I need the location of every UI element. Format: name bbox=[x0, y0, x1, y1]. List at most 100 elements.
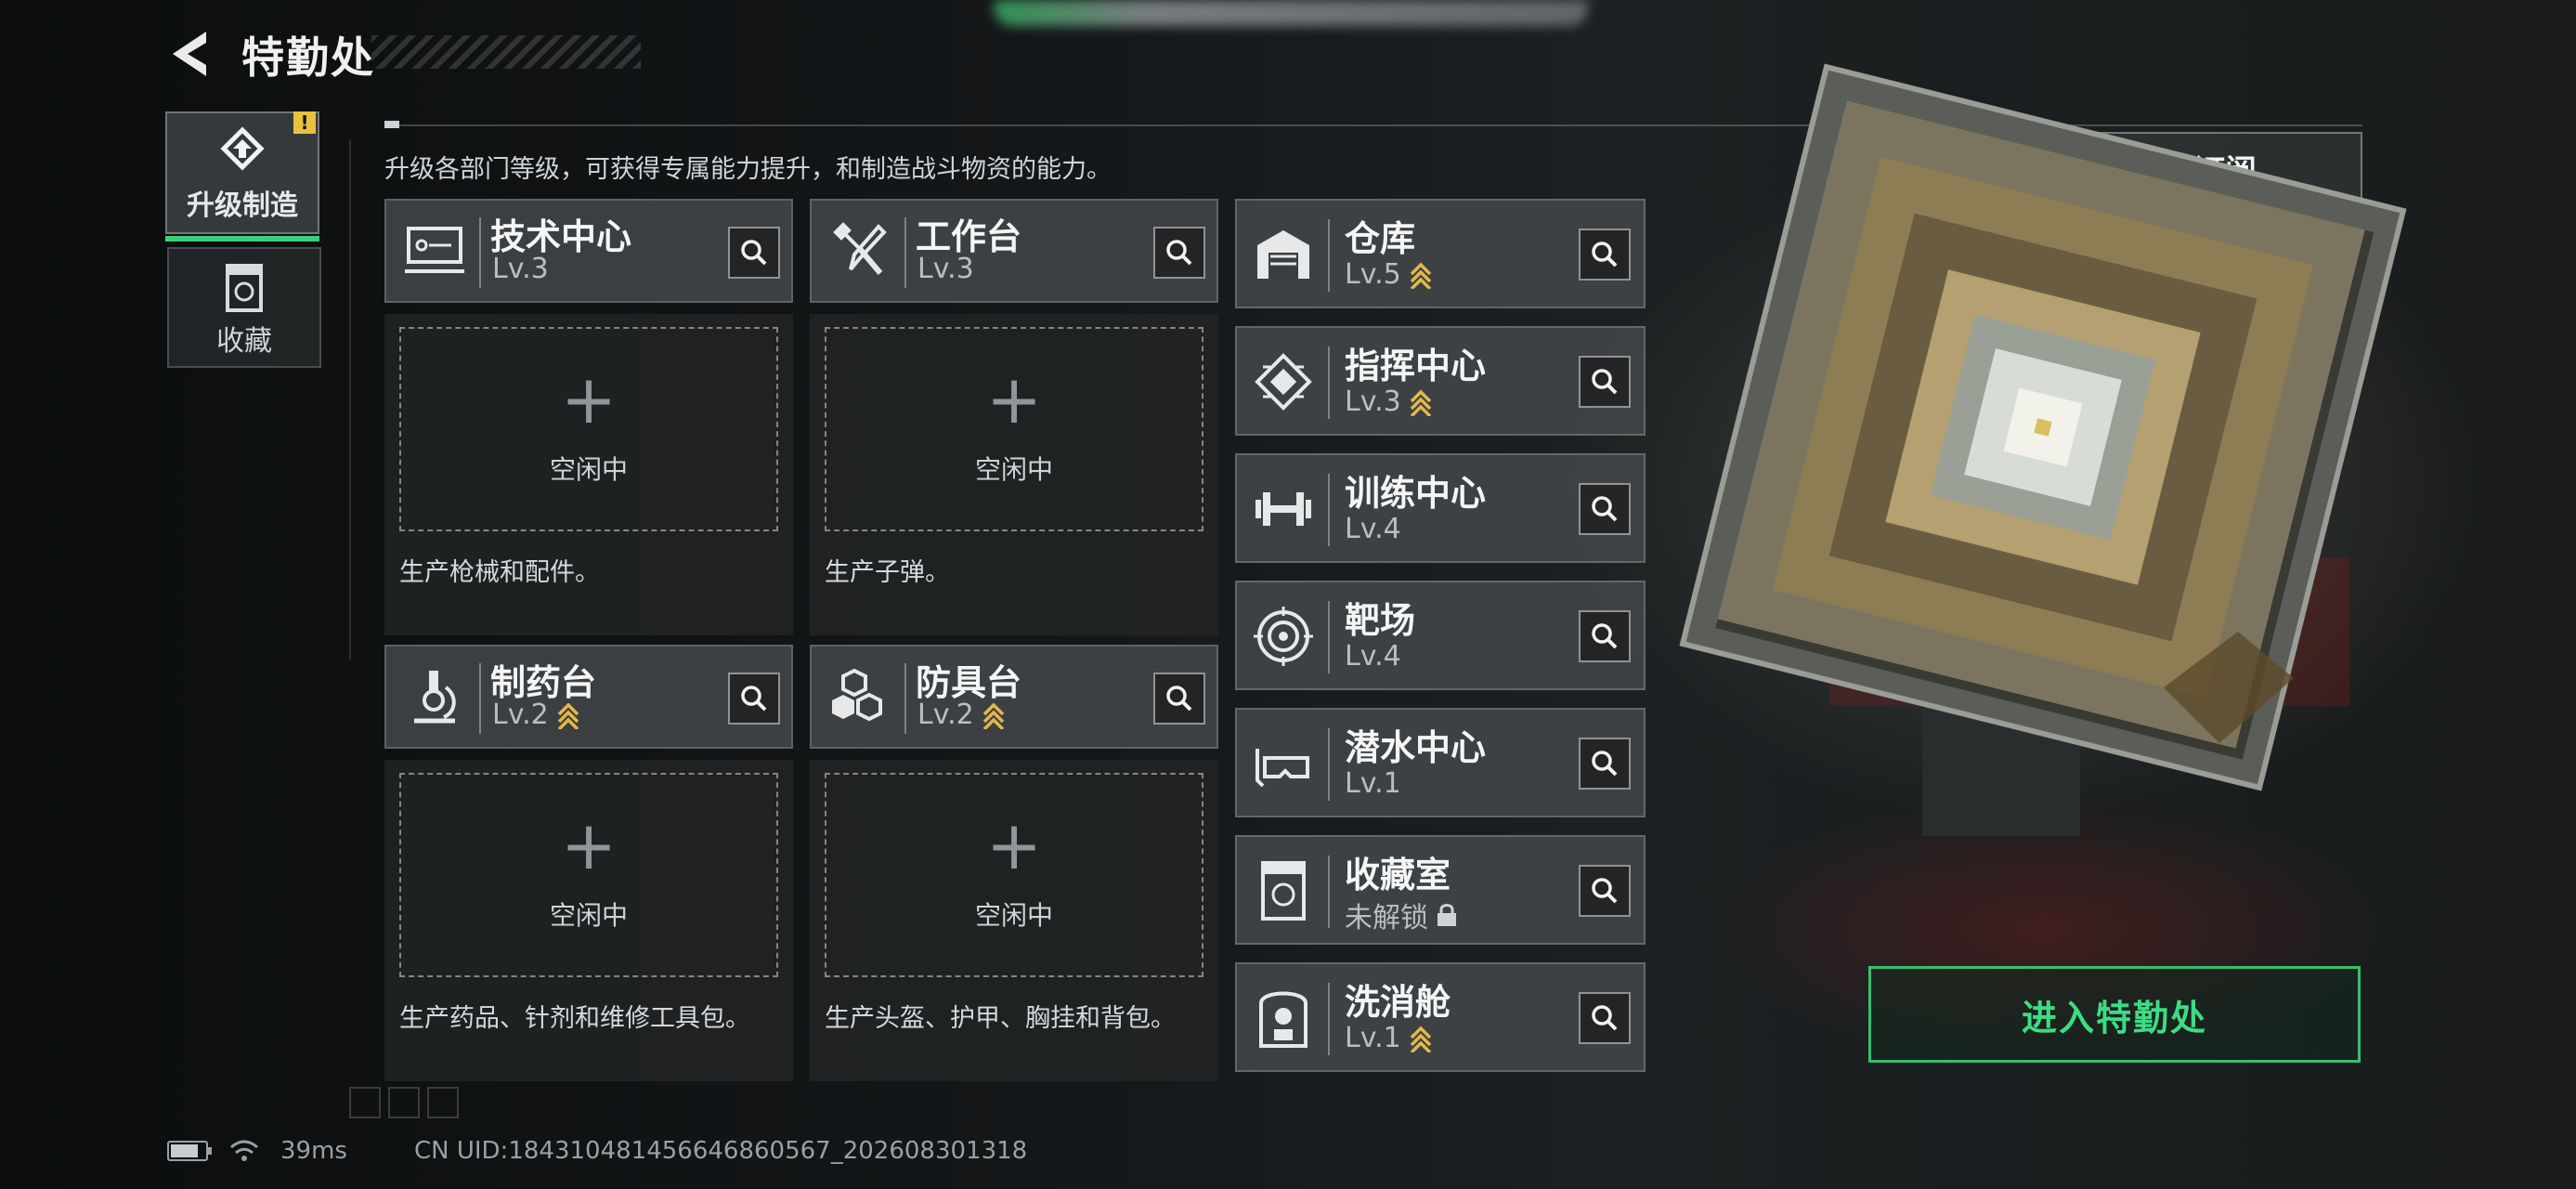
warehouse-icon bbox=[1257, 230, 1309, 279]
card-divider bbox=[904, 217, 906, 288]
production-slot-panel: + 空闲中 生产子弹。 bbox=[810, 314, 1218, 635]
decontamination-icon bbox=[1259, 991, 1308, 1048]
battery-level-fill bbox=[171, 1144, 198, 1157]
card-divider bbox=[904, 663, 906, 734]
dept-level: Lv.3 bbox=[1345, 385, 1401, 418]
enter-special-ops-button[interactable]: 进入特勤处 bbox=[1868, 966, 2361, 1063]
card-description: 生产药品、针剂和维修工具包。 bbox=[399, 1004, 750, 1033]
dept-divider bbox=[1328, 856, 1330, 928]
card-level-row: Lv.2 bbox=[492, 699, 580, 731]
production-slot[interactable]: + 空闲中 bbox=[825, 773, 1203, 977]
ping-readout: 39ms bbox=[280, 1137, 347, 1165]
upgrade-available-icon bbox=[982, 702, 1005, 729]
dept-level-row: Lv.1 bbox=[1345, 1022, 1433, 1054]
production-card-tech-center[interactable]: 技术中心 Lv.3 bbox=[384, 199, 793, 303]
microscope-icon bbox=[414, 671, 456, 724]
dept-level-row: Lv.1 bbox=[1345, 767, 1401, 800]
dept-decontamination[interactable]: 洗消舱 Lv.1 bbox=[1235, 962, 1646, 1072]
armor-blocks-icon bbox=[832, 668, 882, 722]
search-icon bbox=[1592, 1005, 1618, 1031]
target-icon bbox=[1254, 607, 1313, 666]
dept-level-row: 未解锁 bbox=[1345, 895, 1458, 935]
footer-decoration bbox=[349, 1087, 459, 1118]
card-name: 技术中心 bbox=[490, 216, 632, 257]
page-description: 升级各部门等级，可获得专属能力提升，和制造战斗物资的能力。 bbox=[384, 155, 1112, 184]
dept-name: 潜水中心 bbox=[1345, 727, 1487, 768]
back-button[interactable] bbox=[165, 28, 214, 80]
dept-level: Lv.1 bbox=[1345, 1022, 1401, 1054]
production-slot[interactable]: + 空闲中 bbox=[399, 327, 778, 531]
upgrade-available-icon bbox=[557, 702, 579, 729]
dept-divider bbox=[1328, 474, 1330, 546]
computer-icon bbox=[405, 227, 464, 273]
inspect-button[interactable] bbox=[1579, 992, 1631, 1044]
card-name: 防具台 bbox=[916, 662, 1022, 703]
top-notification-blur bbox=[994, 0, 1588, 26]
content-left-rule bbox=[349, 139, 351, 660]
dept-name: 仓库 bbox=[1345, 218, 1416, 259]
search-icon bbox=[1592, 878, 1618, 904]
search-icon bbox=[1592, 751, 1618, 777]
inspect-button[interactable] bbox=[728, 673, 780, 725]
production-slot[interactable]: + 空闲中 bbox=[399, 773, 778, 977]
production-card-armor-bench[interactable]: 防具台 Lv.2 bbox=[810, 645, 1218, 749]
production-slot[interactable]: + 空闲中 bbox=[825, 327, 1203, 531]
footer-square bbox=[388, 1087, 420, 1118]
lock-icon bbox=[1438, 904, 1456, 926]
facility-cube-illustration bbox=[1679, 63, 2407, 836]
dept-diving-center[interactable]: 潜水中心 Lv.1 bbox=[1235, 708, 1646, 817]
dept-shooting-range[interactable]: 靶场 Lv.4 bbox=[1235, 581, 1646, 690]
dept-divider bbox=[1328, 601, 1330, 673]
dept-divider bbox=[1328, 346, 1330, 419]
collection-icon bbox=[226, 264, 263, 312]
inspect-button[interactable] bbox=[1579, 229, 1631, 281]
search-icon bbox=[741, 686, 767, 712]
card-divider bbox=[479, 217, 481, 288]
inspect-button[interactable] bbox=[1579, 865, 1631, 917]
search-icon bbox=[1592, 242, 1618, 268]
diving-mask-icon bbox=[1255, 749, 1309, 788]
dept-collection-room[interactable]: 收藏室 未解锁 bbox=[1235, 835, 1646, 945]
tab-collection[interactable]: 收藏 bbox=[167, 247, 321, 368]
card-name: 制药台 bbox=[490, 662, 597, 703]
inspect-button[interactable] bbox=[1579, 483, 1631, 535]
battery-icon bbox=[167, 1141, 212, 1161]
slot-status: 空闲中 bbox=[549, 900, 628, 931]
dept-warehouse[interactable]: 仓库 Lv.5 bbox=[1235, 199, 1646, 308]
page-title: 特勤处 bbox=[241, 33, 375, 83]
production-card-pharmacy[interactable]: 制药台 Lv.2 bbox=[384, 645, 793, 749]
card-description: 生产子弹。 bbox=[825, 558, 950, 587]
back-arrow-icon bbox=[173, 32, 206, 76]
production-slot-panel: + 空闲中 生产药品、针剂和维修工具包。 bbox=[384, 760, 793, 1081]
search-icon bbox=[1592, 369, 1618, 395]
upgrade-available-icon bbox=[1410, 1026, 1432, 1052]
inspect-button[interactable] bbox=[1579, 738, 1631, 790]
display-case-icon bbox=[1261, 861, 1306, 921]
inspect-button[interactable] bbox=[1579, 610, 1631, 662]
add-slot-plus: + bbox=[985, 360, 1043, 438]
card-name: 工作台 bbox=[916, 216, 1022, 257]
footer-square bbox=[427, 1087, 459, 1118]
add-slot-plus: + bbox=[985, 806, 1043, 884]
inspect-button[interactable] bbox=[1579, 356, 1631, 408]
card-description: 生产枪械和配件。 bbox=[399, 558, 600, 587]
search-icon bbox=[1592, 496, 1618, 522]
user-uid: CN UID:1843104814566468605​67_2026083013… bbox=[413, 1137, 1028, 1165]
dept-training-center[interactable]: 训练中心 Lv.4 bbox=[1235, 453, 1646, 563]
dept-command-center[interactable]: 指挥中心 Lv.3 bbox=[1235, 326, 1646, 436]
inspect-button[interactable] bbox=[1153, 673, 1205, 725]
add-slot-plus: + bbox=[560, 806, 618, 884]
header-divider-tick bbox=[384, 121, 399, 128]
inspect-button[interactable] bbox=[1153, 227, 1205, 279]
enter-button-label: 进入特勤处 bbox=[2021, 997, 2207, 1039]
production-card-workbench[interactable]: 工作台 Lv.3 bbox=[810, 199, 1218, 303]
chip-icon bbox=[1255, 353, 1312, 411]
tools-icon bbox=[833, 222, 887, 275]
upgrade-available-icon bbox=[1410, 262, 1432, 289]
card-level: Lv.3 bbox=[917, 253, 974, 285]
dept-level: Lv.5 bbox=[1345, 258, 1401, 291]
inspect-button[interactable] bbox=[728, 227, 780, 279]
tab-collection-label: 收藏 bbox=[216, 325, 272, 358]
dept-name: 靶场 bbox=[1345, 600, 1416, 641]
dumbbell-icon bbox=[1255, 492, 1311, 526]
